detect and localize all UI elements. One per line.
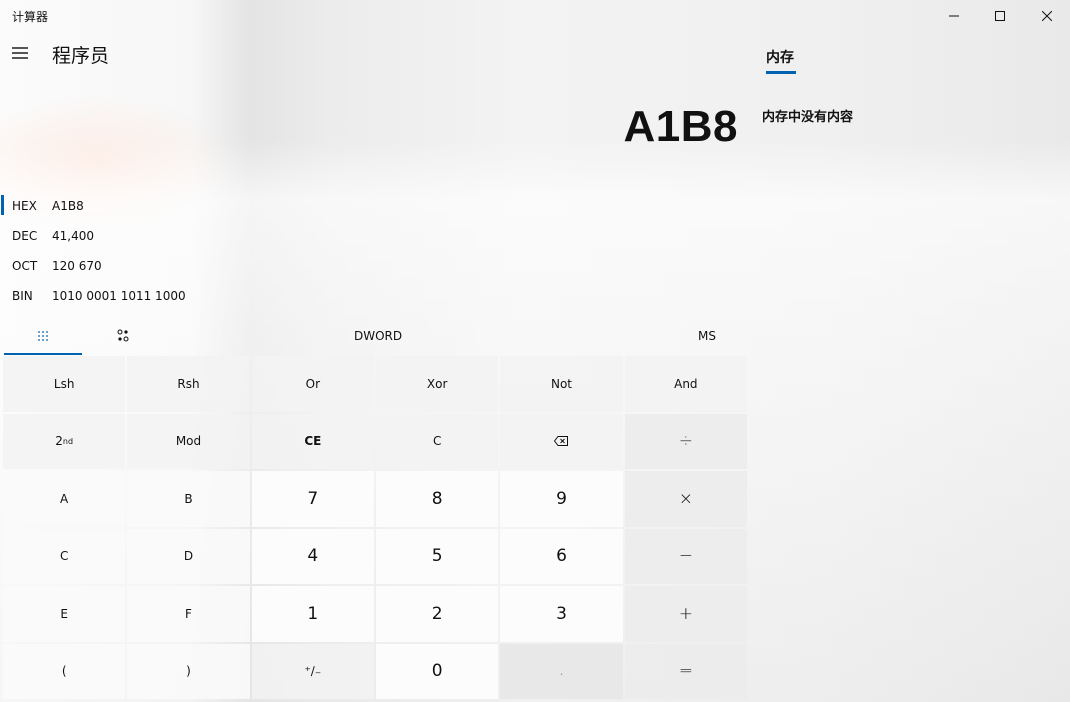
digit-9-button[interactable]: 9 — [500, 471, 623, 527]
digit-3-button[interactable]: 3 — [500, 586, 623, 642]
mod-button[interactable]: Mod — [127, 413, 250, 469]
clear-entry-button[interactable]: CE — [251, 413, 374, 469]
hex-e-button[interactable]: E — [3, 586, 126, 642]
full-keypad-tab[interactable] — [4, 324, 82, 348]
minimize-button[interactable] — [931, 0, 977, 32]
radix-label: DEC — [12, 229, 38, 243]
memory-empty-message: 内存中没有内容 — [762, 110, 854, 125]
hamburger-menu-icon — [12, 47, 28, 59]
radix-row-bin[interactable]: BIN 1010 0001 1011 1000 — [0, 282, 300, 310]
radix-value: A1B8 — [52, 199, 84, 213]
memory-tab-indicator — [766, 71, 796, 74]
minimize-icon — [949, 15, 959, 17]
second-function-label: 2 — [55, 434, 63, 449]
not-button[interactable]: Not — [500, 356, 623, 412]
negate-button[interactable]: ⁺∕₋ — [251, 643, 374, 699]
open-paren-button[interactable]: ( — [3, 643, 126, 699]
digit-6-button[interactable]: 6 — [500, 528, 623, 584]
radix-value: 1010 0001 1011 1000 — [52, 289, 186, 303]
digit-1-button[interactable]: 1 — [251, 586, 374, 642]
maximize-button[interactable] — [977, 0, 1023, 32]
multiply-button[interactable]: × — [624, 471, 747, 527]
digit-2-button[interactable]: 2 — [376, 586, 499, 642]
radix-label: BIN — [12, 289, 33, 303]
second-function-button[interactable]: 2nd — [3, 413, 126, 469]
or-button[interactable]: Or — [251, 356, 374, 412]
equals-button[interactable]: = — [624, 643, 747, 699]
navigation-menu-button[interactable] — [6, 38, 34, 68]
close-button[interactable] — [1024, 0, 1070, 32]
radix-row-oct[interactable]: OCT 120 670 — [0, 252, 300, 280]
hex-c-button[interactable]: C — [3, 528, 126, 584]
radix-value: 41,400 — [52, 229, 94, 243]
and-button[interactable]: And — [624, 356, 747, 412]
hex-d-button[interactable]: D — [127, 528, 250, 584]
digit-7-button[interactable]: 7 — [251, 471, 374, 527]
keypad: Lsh Rsh Or Xor Not And 2nd Mod CE C ÷ A … — [3, 356, 747, 699]
hex-a-button[interactable]: A — [3, 471, 126, 527]
digit-5-button[interactable]: 5 — [376, 528, 499, 584]
decimal-button: . — [500, 643, 623, 699]
bit-toggling-icon — [117, 329, 129, 342]
minus-button[interactable]: − — [624, 528, 747, 584]
backspace-icon — [554, 436, 569, 447]
backspace-button[interactable] — [500, 413, 623, 469]
plus-button[interactable]: + — [624, 586, 747, 642]
clear-button[interactable]: C — [376, 413, 499, 469]
hex-b-button[interactable]: B — [127, 471, 250, 527]
word-size-button[interactable]: DWORD — [354, 329, 402, 343]
memory-tab[interactable]: 内存 — [766, 47, 794, 67]
radix-label: OCT — [12, 259, 38, 273]
hex-f-button[interactable]: F — [127, 586, 250, 642]
keypad-tab-indicator — [4, 353, 82, 355]
result-display: A1B8 — [623, 102, 738, 151]
radix-value: 120 670 — [52, 259, 102, 273]
radix-label: HEX — [12, 199, 37, 213]
digit-4-button[interactable]: 4 — [251, 528, 374, 584]
memory-store-button[interactable]: MS — [698, 329, 716, 343]
digit-0-button[interactable]: 0 — [376, 643, 499, 699]
full-keypad-icon — [38, 331, 48, 341]
radix-row-hex[interactable]: HEX A1B8 — [0, 192, 300, 220]
rsh-button[interactable]: Rsh — [127, 356, 250, 412]
divide-button[interactable]: ÷ — [624, 413, 747, 469]
bit-toggling-tab[interactable] — [84, 324, 162, 348]
second-function-superscript: nd — [62, 436, 74, 446]
app-title: 计算器 — [12, 10, 49, 24]
lsh-button[interactable]: Lsh — [3, 356, 126, 412]
radix-row-dec[interactable]: DEC 41,400 — [0, 222, 300, 250]
digit-8-button[interactable]: 8 — [376, 471, 499, 527]
calculator-mode-title: 程序员 — [52, 45, 110, 67]
close-paren-button[interactable]: ) — [127, 643, 250, 699]
close-icon — [1042, 11, 1052, 21]
xor-button[interactable]: Xor — [376, 356, 499, 412]
maximize-icon — [995, 11, 1005, 21]
